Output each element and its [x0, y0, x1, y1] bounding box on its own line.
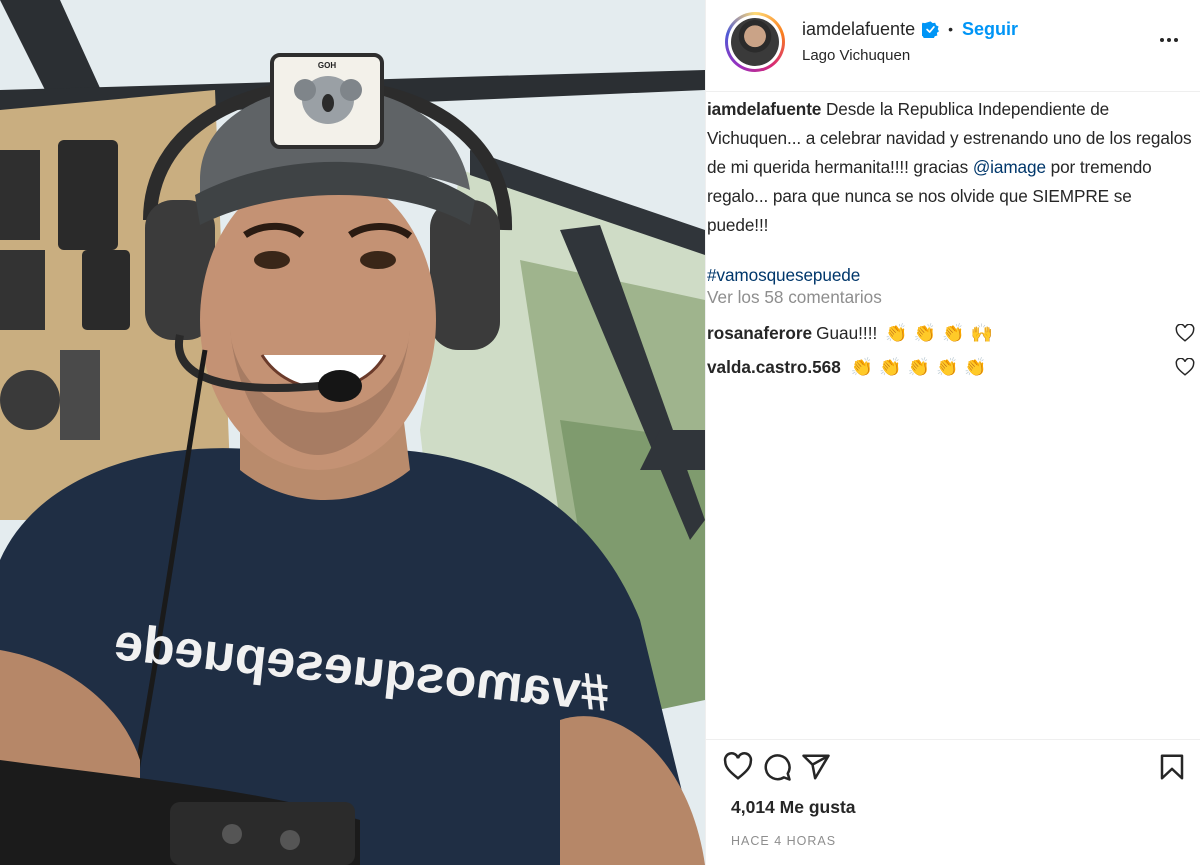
comment-icon[interactable]	[762, 752, 792, 782]
photo-illustration: GOH #vamosquesepuede	[0, 0, 705, 865]
caption-hashtag[interactable]: #vamosquesepuede	[707, 265, 860, 285]
like-count[interactable]: 4,014 Me gusta	[731, 797, 856, 818]
comment-username[interactable]: valda.castro.568	[707, 357, 841, 378]
cap-patch-text: GOH	[318, 61, 336, 70]
more-options-icon[interactable]	[1155, 28, 1183, 52]
post-caption: iamdelafuente Desde la Republica Indepen…	[707, 95, 1193, 290]
comment-text: Guau!!!!	[816, 322, 878, 343]
comment-item: valda.castro.568 👏👏👏👏👏	[707, 352, 1195, 382]
share-icon[interactable]	[801, 752, 831, 782]
post-location[interactable]: Lago Vichuquen	[802, 47, 910, 64]
caption-username[interactable]: iamdelafuente	[707, 99, 821, 119]
comment-item: rosanaferore Guau!!!! 👏👏👏🙌	[707, 318, 1195, 348]
post-side-panel: iamdelafuente • Seguir Lago Vichuquen ia…	[705, 0, 1200, 865]
post-photo[interactable]: GOH #vamosquesepuede	[0, 0, 705, 865]
post-header: iamdelafuente • Seguir Lago Vichuquen	[706, 0, 1200, 92]
avatar-frame	[728, 15, 782, 69]
comment-like-heart-icon[interactable]	[1175, 324, 1195, 342]
post-actions: 4,014 Me gusta HACE 4 HORAS	[706, 739, 1200, 865]
follow-button[interactable]: Seguir	[962, 19, 1018, 40]
view-all-comments-link[interactable]: Ver los 58 comentarios	[707, 287, 882, 308]
avatar[interactable]	[731, 18, 779, 66]
comment-emoji: 👏👏👏🙌	[885, 322, 999, 343]
header-separator: •	[948, 21, 953, 37]
verified-icon	[922, 20, 940, 38]
bookmark-icon[interactable]	[1157, 752, 1187, 782]
heart-icon[interactable]	[723, 752, 753, 782]
username-row: iamdelafuente • Seguir	[802, 17, 1018, 41]
avatar-story-ring[interactable]	[725, 12, 785, 72]
post-timestamp[interactable]: HACE 4 HORAS	[731, 834, 836, 848]
comment-like-heart-icon[interactable]	[1175, 358, 1195, 376]
caption-mention[interactable]: @iamage	[973, 157, 1046, 177]
comment-emoji: 👏👏👏👏👏	[850, 356, 993, 377]
comment-username[interactable]: rosanaferore	[707, 323, 812, 344]
post-username[interactable]: iamdelafuente	[802, 19, 915, 40]
